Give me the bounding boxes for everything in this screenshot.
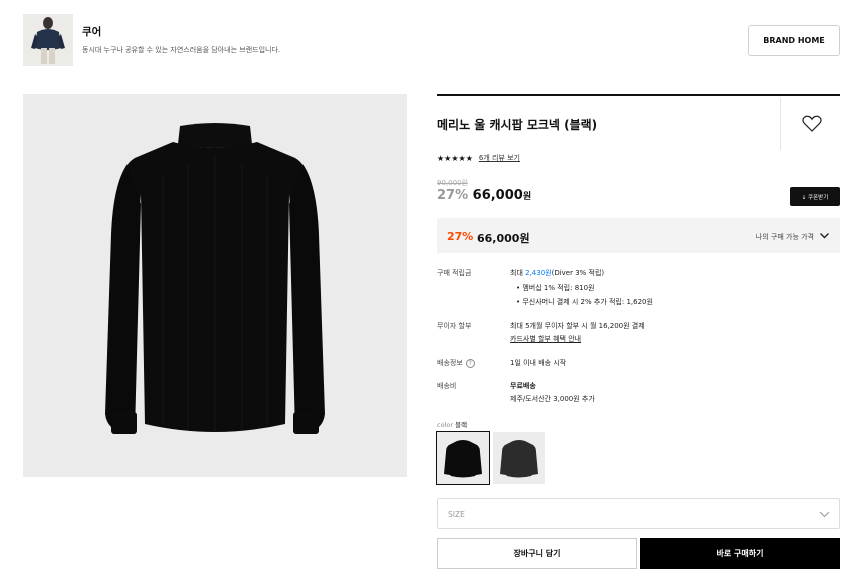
- points-label: 구매 적립금: [437, 269, 472, 277]
- brand-thumbnail[interactable]: [23, 14, 73, 66]
- add-to-cart-button[interactable]: 장바구니 담기: [437, 538, 637, 569]
- my-discount-percent: 27%: [447, 230, 474, 243]
- installment-link-text[interactable]: 카드사별 할부 혜택 안내: [510, 335, 581, 343]
- shipping-fee-value: 무료배송: [510, 382, 536, 390]
- coupon-button[interactable]: ↓ 쿠폰받기: [790, 187, 840, 206]
- discount-percent: 27%: [437, 188, 469, 203]
- shipping-label: 배송정보?: [437, 358, 475, 368]
- brand-description: 동시대 누구나 공유할 수 있는 자연스러움을 담아내는 브랜드입니다.: [82, 46, 281, 54]
- rating-row: ★★★★★ 6개 리뷰 보기: [437, 153, 520, 163]
- title-row: 메리노 울 캐시팝 모크넥 (블랙): [437, 94, 840, 150]
- brand-name[interactable]: 쿠어: [82, 24, 101, 39]
- brand-header: 쿠어 동시대 누구나 공유할 수 있는 자연스러움을 담아내는 브랜드입니다. …: [23, 14, 840, 66]
- points-bullet-money: • 무신사머니 결제 시 2% 추가 적립: 1,620원: [516, 298, 653, 306]
- my-price-amount: 66,000원: [477, 232, 530, 245]
- size-select[interactable]: SIZE: [437, 498, 840, 529]
- shipping-label-text: 배송정보: [437, 359, 463, 367]
- color-swatch-charcoal[interactable]: [493, 432, 545, 484]
- color-label-value: 블랙: [455, 421, 468, 429]
- help-icon[interactable]: ?: [465, 358, 475, 368]
- color-label-key: color: [437, 421, 454, 429]
- my-price-box[interactable]: 27% 66,000원 나의 구매 가능 가격: [437, 218, 840, 253]
- shipping-value: 1일 이내 배송 시작: [510, 359, 567, 367]
- installment-value: 최대 5개월 무이자 할부 시 월 16,200원 결제: [510, 322, 645, 330]
- installment-label: 무이자 할부: [437, 322, 472, 330]
- installment-link[interactable]: 카드사별 할부 혜택 안내: [510, 334, 581, 344]
- points-bullet-membership: • 멤버십 1% 적립: 810원: [516, 284, 595, 292]
- original-price: 90,000원: [437, 179, 468, 187]
- color-swatch-black[interactable]: [436, 431, 490, 485]
- shipping-fee-label: 배송비: [437, 382, 457, 390]
- shipping-fee-extra: 제주/도서산간 3,000원 추가: [510, 395, 595, 403]
- color-option-label: color 블랙: [437, 419, 467, 429]
- price-unit: 원: [522, 192, 532, 202]
- size-placeholder: SIZE: [448, 510, 465, 519]
- buy-now-button[interactable]: 바로 구매하기: [640, 538, 840, 569]
- points-prefix: 최대: [510, 269, 526, 277]
- product-main-image[interactable]: [23, 94, 407, 477]
- chevron-down-icon[interactable]: [819, 510, 830, 519]
- sale-price: 27% 66,000원: [437, 188, 531, 203]
- product-title: 메리노 울 캐시팝 모크넥 (블랙): [437, 118, 598, 132]
- review-link[interactable]: 6개 리뷰 보기: [479, 153, 520, 163]
- chevron-down-icon[interactable]: [819, 230, 830, 241]
- my-price-label: 나의 구매 가능 가격: [755, 233, 814, 241]
- divider: [780, 98, 781, 150]
- price-amount: 66,000: [472, 188, 523, 203]
- points-amount: 2,430원: [525, 269, 552, 277]
- points-suffix: (Diver 3% 적립): [551, 269, 605, 277]
- brand-home-button[interactable]: BRAND HOME: [748, 25, 840, 56]
- star-rating: ★★★★★: [437, 153, 473, 163]
- product-info-panel: 메리노 울 캐시팝 모크넥 (블랙) ★★★★★ 6개 리뷰 보기 90,000…: [436, 94, 840, 569]
- points-value: 최대 2,430원(Diver 3% 적립): [510, 268, 604, 278]
- like-heart-icon[interactable]: [802, 115, 822, 133]
